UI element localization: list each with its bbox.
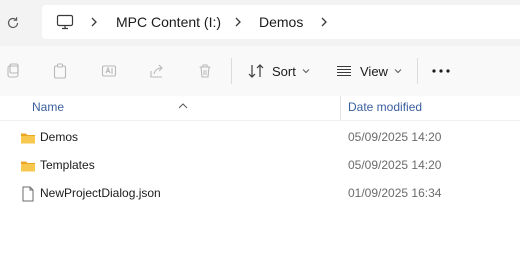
sort-button[interactable]: Sort: [248, 59, 310, 83]
cut-icon[interactable]: [5, 63, 21, 79]
view-icon: [336, 65, 352, 77]
view-label: View: [360, 63, 388, 79]
file-icon: [20, 186, 36, 202]
refresh-icon[interactable]: [5, 15, 21, 31]
address-bar-row: MPC Content (I:) Demos: [0, 0, 520, 46]
folder-icon: [20, 130, 36, 146]
address-box[interactable]: MPC Content (I:) Demos: [42, 5, 520, 39]
file-date: 01/09/2025 16:34: [348, 186, 442, 200]
view-button[interactable]: View: [336, 59, 402, 83]
delete-icon[interactable]: [197, 63, 213, 79]
more-icon[interactable]: [431, 63, 451, 79]
breadcrumb-demos[interactable]: Demos: [259, 5, 303, 39]
share-icon[interactable]: [149, 63, 165, 79]
column-date-header[interactable]: Date modified: [348, 100, 422, 114]
chevron-right-icon[interactable]: [88, 16, 100, 28]
copy-icon[interactable]: [52, 63, 68, 79]
toolbar-separator: [417, 58, 418, 84]
chevron-down-icon: [302, 68, 310, 74]
list-item[interactable]: NewProjectDialog.json 01/09/2025 16:34: [0, 180, 520, 208]
column-divider[interactable]: [340, 96, 341, 120]
sort-icon: [248, 64, 264, 78]
breadcrumb-drive[interactable]: MPC Content (I:): [116, 5, 221, 39]
sort-label: Sort: [272, 63, 296, 79]
chevron-down-icon: [394, 68, 402, 74]
toolbar-separator: [231, 58, 232, 84]
column-name-header[interactable]: Name: [32, 100, 64, 114]
file-name: Demos: [40, 130, 79, 144]
rename-icon[interactable]: [101, 63, 117, 79]
chevron-right-icon[interactable]: [232, 16, 244, 28]
command-bar: Sort View: [0, 46, 520, 97]
list-item[interactable]: Demos 05/09/2025 14:20: [0, 124, 520, 152]
file-date: 05/09/2025 14:20: [348, 130, 442, 144]
file-name: NewProjectDialog.json: [40, 186, 161, 200]
column-header: Name Date modified: [0, 96, 520, 121]
list-item[interactable]: Templates 05/09/2025 14:20: [0, 152, 520, 180]
file-date: 05/09/2025 14:20: [348, 158, 442, 172]
folder-icon: [20, 158, 36, 174]
file-name: Templates: [40, 158, 95, 172]
chevron-right-icon[interactable]: [318, 16, 330, 28]
sort-ascending-icon: [178, 96, 188, 109]
computer-icon[interactable]: [56, 14, 74, 30]
